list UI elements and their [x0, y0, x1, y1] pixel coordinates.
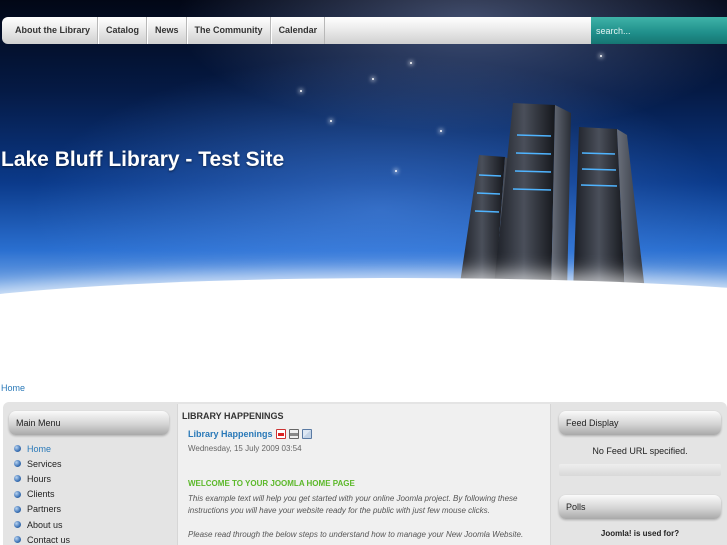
pdf-icon[interactable]: [275, 429, 286, 439]
right-column: Feed Display No Feed URL specified. Poll…: [559, 411, 721, 538]
breadcrumb-home[interactable]: Home: [1, 383, 25, 393]
steps-paragraph: Please read through the below steps to u…: [188, 530, 524, 539]
bullet-icon: [14, 521, 21, 529]
article-title-row: Library Happenings: [188, 429, 312, 439]
menu-item-services[interactable]: Services: [9, 456, 169, 471]
search-input[interactable]: [596, 17, 721, 44]
polls-header: Polls: [559, 495, 721, 519]
email-icon[interactable]: [301, 429, 312, 439]
nav-item-catalog[interactable]: Catalog: [98, 17, 148, 44]
welcome-heading: WELCOME TO YOUR JOOMLA HOME PAGE: [188, 479, 355, 488]
main-menu-list: Home Services Hours Clients Partners Abo…: [9, 441, 169, 545]
menu-item-hours[interactable]: Hours: [9, 471, 169, 486]
star-sparkle: [300, 90, 302, 92]
feed-display-header: Feed Display: [559, 411, 721, 435]
menu-item-partners[interactable]: Partners: [9, 502, 169, 517]
feed-divider: [559, 464, 721, 476]
nav-item-calendar[interactable]: Calendar: [270, 17, 326, 44]
site-title: Lake Bluff Library - Test Site: [1, 148, 285, 171]
bullet-icon: [14, 490, 21, 498]
left-column: Main Menu Home Services Hours Clients Pa…: [9, 411, 169, 545]
article-title-link[interactable]: Library Happenings: [188, 429, 273, 439]
star-sparkle: [395, 170, 397, 172]
nav-item-news[interactable]: News: [147, 17, 187, 44]
star-sparkle: [600, 55, 602, 57]
nav-item-about-library[interactable]: About the Library: [8, 17, 99, 44]
bullet-icon: [14, 536, 21, 544]
top-navigation: About the Library Catalog News The Commu…: [2, 17, 594, 44]
bullet-icon: [14, 505, 21, 513]
nav-item-community[interactable]: The Community: [186, 17, 271, 44]
menu-item-home[interactable]: Home: [9, 441, 169, 456]
menu-item-about-us[interactable]: About us: [9, 517, 169, 532]
center-column: LIBRARY HAPPENINGS Library Happenings We…: [177, 404, 551, 545]
star-sparkle: [330, 120, 332, 122]
poll-question: Joomla! is used for?: [600, 529, 680, 538]
header-wave: [0, 278, 727, 305]
article-date: Wednesday, 15 July 2009 03:54: [188, 444, 302, 453]
feed-message: No Feed URL specified.: [592, 446, 688, 456]
bullet-icon: [14, 445, 21, 453]
print-icon[interactable]: [288, 429, 299, 439]
servers-illustration: [459, 103, 645, 300]
menu-item-contact-us[interactable]: Contact us: [9, 532, 169, 545]
star-sparkle: [372, 78, 374, 80]
menu-item-clients[interactable]: Clients: [9, 487, 169, 502]
star-sparkle: [410, 62, 412, 64]
main-menu-header: Main Menu: [9, 411, 169, 435]
search-box: [591, 17, 727, 44]
section-title: LIBRARY HAPPENINGS: [182, 411, 284, 421]
star-sparkle: [440, 130, 442, 132]
intro-paragraph: This example text will help you get star…: [188, 494, 518, 515]
main-content-area: Main Menu Home Services Hours Clients Pa…: [3, 402, 727, 545]
bullet-icon: [14, 475, 21, 483]
bullet-icon: [14, 460, 21, 468]
